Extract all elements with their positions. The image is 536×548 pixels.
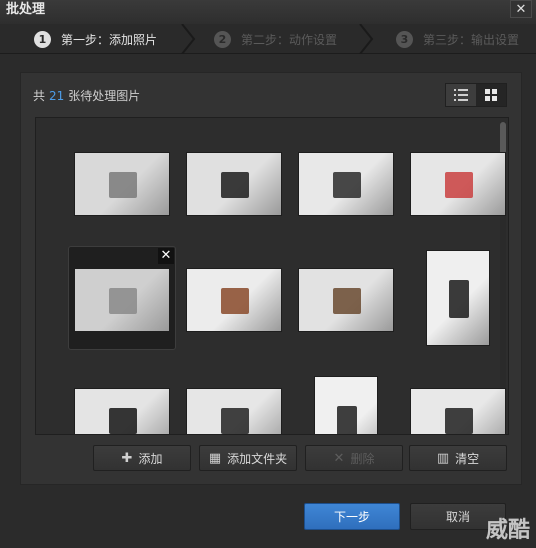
step-number-icon: 2 (214, 30, 231, 48)
add-folder-label: 添加文件夹 (227, 451, 288, 466)
chevron-right-icon (181, 24, 196, 54)
add-label: 添加 (138, 451, 163, 466)
step-label: 第一步：添加照片 (61, 32, 158, 47)
grid-view-icon[interactable] (476, 84, 506, 106)
phone-page-photo[interactable] (314, 376, 378, 434)
colorful-icons-photo[interactable] (410, 152, 506, 216)
cancel-label: 取消 (445, 510, 470, 524)
delete-icon: ✕ (333, 450, 345, 466)
count-suffix: 张待处理图片 (68, 89, 141, 103)
headphones-standing-photo[interactable] (426, 250, 490, 346)
add-button[interactable]: ✚ 添加 (93, 445, 191, 471)
title-bar: 批处理 ✕ (0, 0, 536, 24)
plus-icon: ✚ (121, 450, 133, 466)
headphones-closeup-photo[interactable] (298, 268, 394, 332)
step-number-icon: 1 (34, 30, 51, 48)
clear-label: 清空 (455, 451, 480, 466)
step-number-icon: 3 (396, 30, 413, 48)
count-prefix: 共 (33, 89, 46, 103)
step-1: 1 第一步：添加照片 (34, 24, 157, 54)
watermark: 威酷 (485, 518, 530, 543)
tablet-page-photo[interactable] (410, 388, 506, 434)
close-icon[interactable]: ✕ (510, 0, 532, 18)
window-title: 批处理 (6, 2, 46, 17)
step-label: 第三步：输出设置 (423, 32, 520, 47)
white-box-photo[interactable] (74, 152, 170, 216)
trash-icon: ▥ (436, 450, 450, 466)
gamepad-photo[interactable] (74, 388, 170, 434)
photo-count: 共 21 张待处理图片 (33, 87, 140, 104)
remove-photo-icon[interactable]: ✕ (158, 248, 174, 264)
thumbnail-grid[interactable]: ✕ (35, 117, 509, 435)
clear-button[interactable]: ▥ 清空 (409, 445, 507, 471)
next-button[interactable]: 下一步 (304, 503, 400, 530)
step-3: 3 第三步：输出设置 (396, 24, 519, 54)
view-toggle (445, 83, 507, 107)
book-device-photo[interactable] (298, 152, 394, 216)
chevron-right-icon (359, 24, 374, 54)
headphones-page-photo[interactable] (186, 268, 282, 332)
gadgets-flatlay-photo[interactable] (186, 152, 282, 216)
delete-button[interactable]: ✕ 删除 (305, 445, 403, 471)
delete-label: 删除 (350, 451, 375, 466)
next-label: 下一步 (333, 510, 370, 524)
black-device-book-photo[interactable] (186, 388, 282, 434)
list-view-icon[interactable] (446, 84, 476, 106)
count-value: 21 (49, 89, 65, 103)
add-folder-button[interactable]: ▦ 添加文件夹 (199, 445, 297, 471)
photo-panel: 共 21 张待处理图片 ✕ ✚ 添加 ▦ 添加文件夹 ✕ 删除 ▥ 清空 (20, 72, 522, 485)
step-2: 2 第二步：动作设置 (214, 24, 337, 54)
card-on-page-photo[interactable] (74, 268, 170, 332)
step-label: 第二步：动作设置 (241, 32, 338, 47)
folder-add-icon: ▦ (208, 450, 222, 466)
wizard-steps: 1 第一步：添加照片 2 第二步：动作设置 3 第三步：输出设置 (0, 24, 536, 54)
